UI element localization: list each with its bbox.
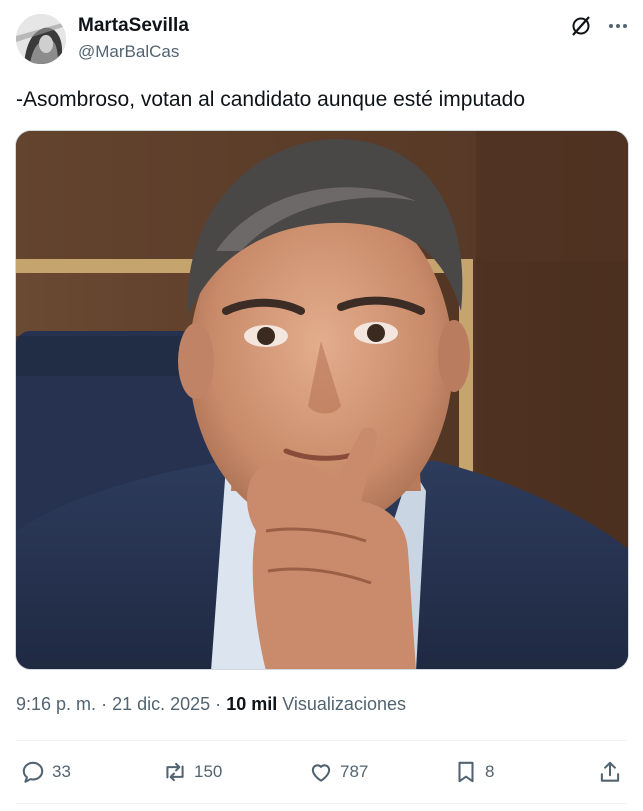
more-icon[interactable] (606, 14, 630, 38)
bookmark-count: 8 (485, 762, 495, 781)
divider (16, 803, 627, 804)
photo-illustration (16, 131, 628, 669)
avatar-image (16, 14, 66, 64)
views-count: 10 mil (226, 694, 278, 714)
repost-icon (166, 762, 184, 782)
tweet-text: -Asombroso, votan al candidato aunque es… (16, 88, 525, 111)
avatar[interactable] (16, 14, 66, 64)
reply-button[interactable]: 33 (20, 758, 71, 786)
views-label: Visualizaciones (282, 694, 406, 714)
tweet-time[interactable]: 9:16 p. m. (16, 694, 96, 714)
share-button[interactable] (597, 758, 623, 786)
bookmark-icon (458, 761, 474, 783)
tweet-date[interactable]: 21 dic. 2025 (112, 694, 210, 714)
like-count: 787 (340, 762, 369, 781)
reply-count: 33 (52, 762, 71, 781)
meta-separator: · (215, 694, 222, 714)
like-icon (311, 764, 331, 782)
repost-button[interactable]: 150 (162, 758, 222, 786)
meta-separator: · (101, 694, 108, 714)
tweet-meta: 9:16 p. m. · 21 dic. 2025 · 10 mil Visua… (16, 694, 406, 715)
author-handle[interactable]: @MarBalCas (78, 42, 179, 62)
reply-icon (22, 761, 44, 783)
tweet: MartaSevilla @MarBalCas -Asombroso, vota… (0, 0, 643, 811)
tweet-photo[interactable] (15, 130, 629, 670)
share-icon (600, 761, 620, 782)
grok-icon[interactable] (569, 14, 593, 38)
repost-count: 150 (194, 762, 223, 781)
like-button[interactable]: 787 (308, 758, 368, 786)
divider (16, 740, 627, 741)
bookmark-button[interactable]: 8 (453, 758, 494, 786)
author-name[interactable]: MartaSevilla (78, 15, 189, 37)
